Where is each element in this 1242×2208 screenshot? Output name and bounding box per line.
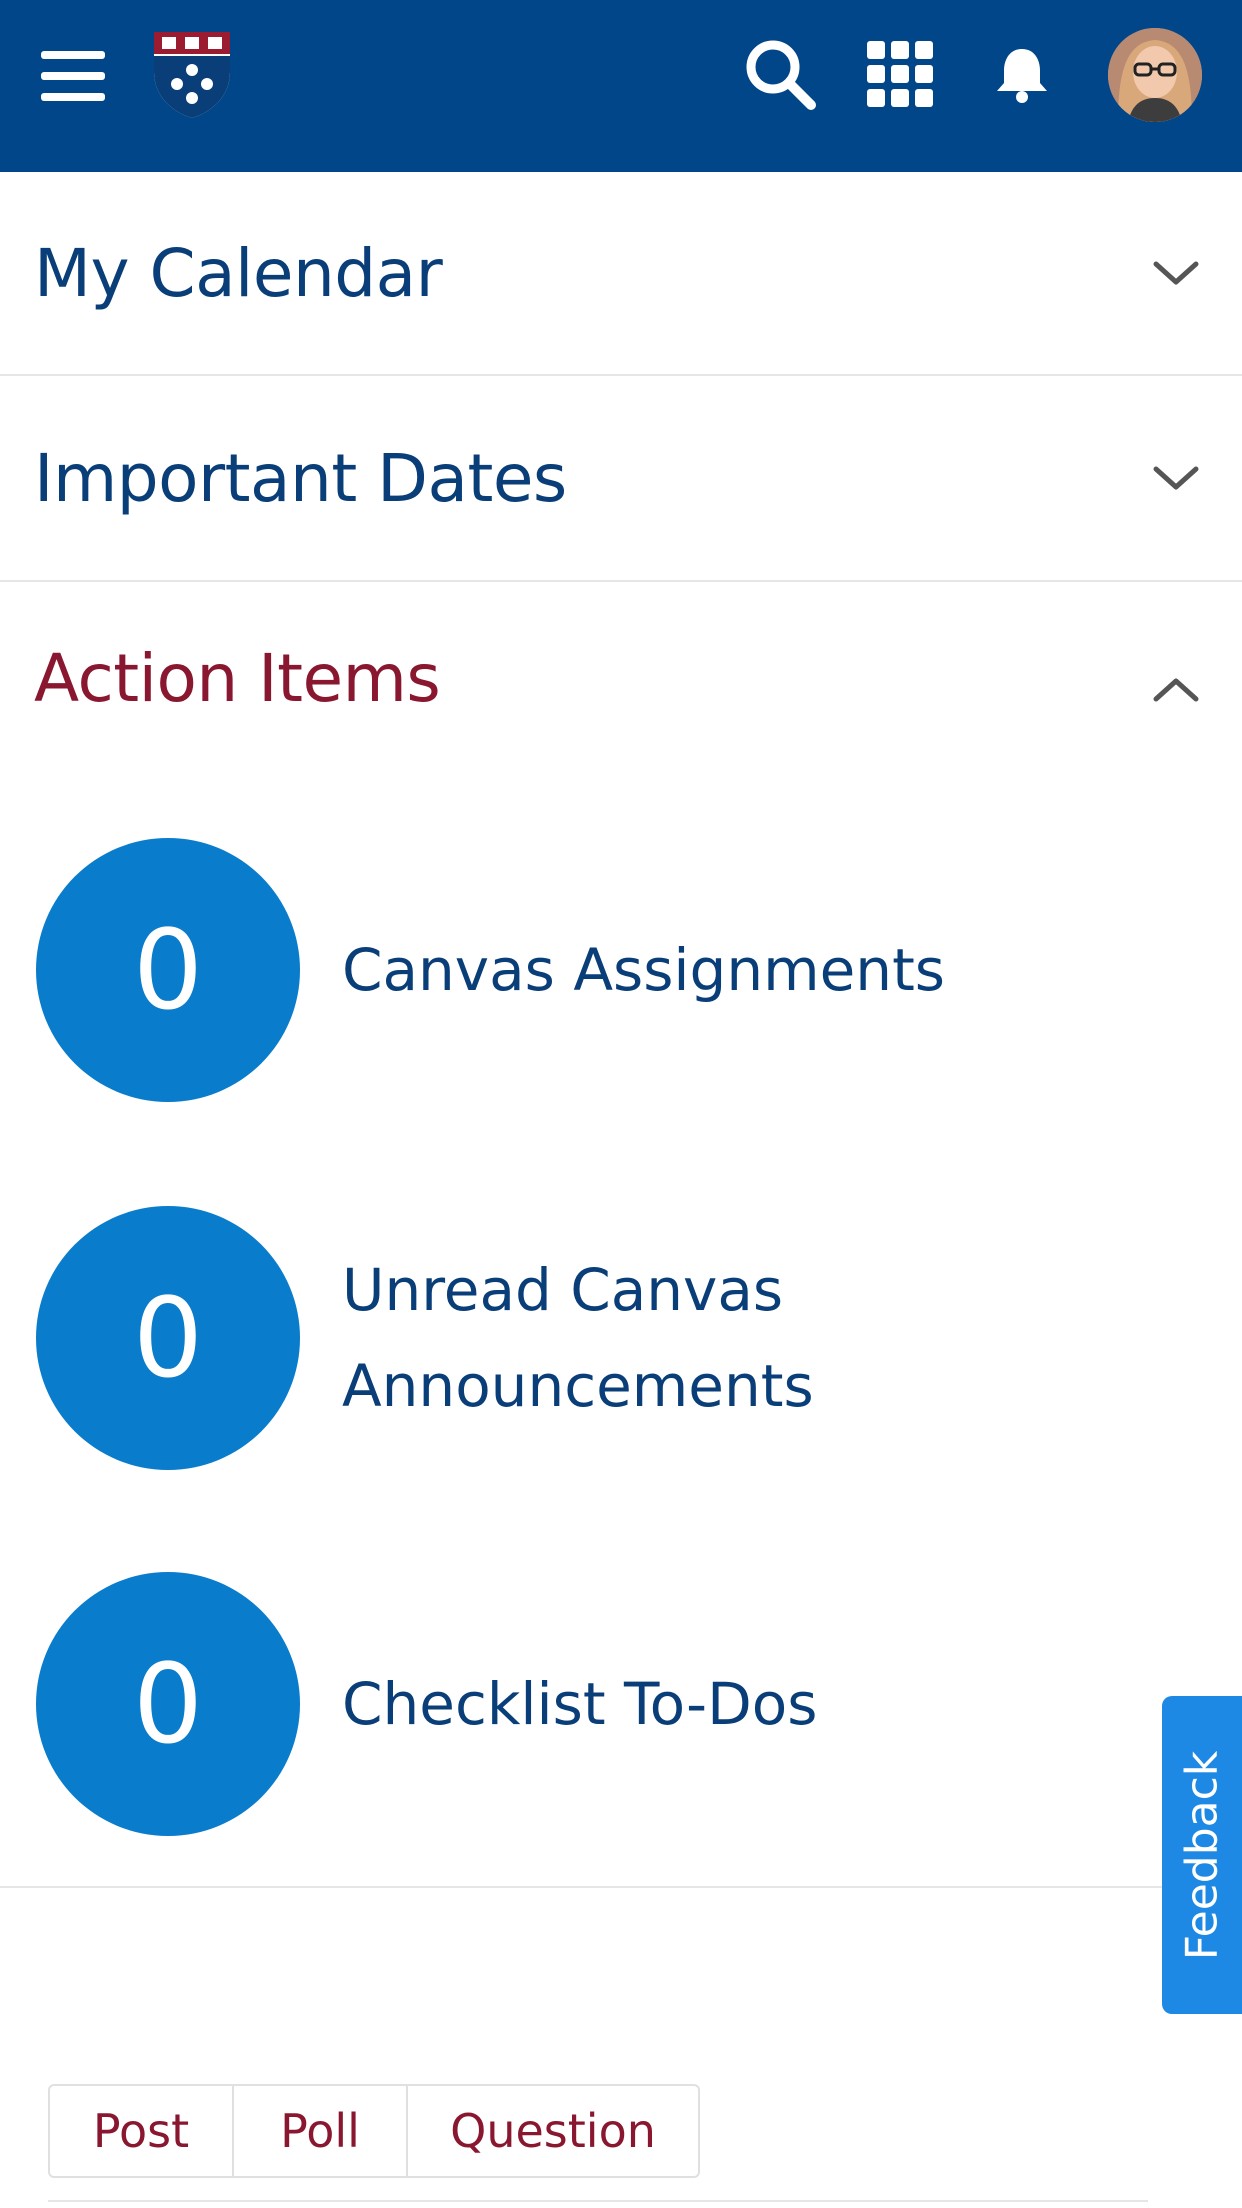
chevron-up-icon[interactable]: [1146, 660, 1206, 720]
search-icon[interactable]: [736, 30, 824, 118]
penn-shield-logo[interactable]: [148, 26, 236, 122]
chevron-down-icon[interactable]: [1146, 243, 1206, 303]
count-badge: 0: [36, 1206, 300, 1470]
count-badge: 0: [36, 1572, 300, 1836]
action-item-label: Canvas Assignments: [342, 936, 946, 1004]
post-type-tabs: Post Poll Question: [48, 2084, 700, 2178]
feedback-button[interactable]: Feedback: [1162, 1696, 1242, 2014]
section-title[interactable]: Action Items: [34, 640, 441, 717]
action-item-unread-announcements[interactable]: 0 Unread Canvas Announcements: [36, 1206, 1136, 1470]
section-title: Important Dates: [34, 439, 567, 517]
count-badge: 0: [36, 838, 300, 1102]
tab-question[interactable]: Question: [408, 2086, 698, 2176]
divider: [48, 2200, 1148, 2202]
section-action-items: Action Items 0 Canvas Assignments 0 Unre…: [0, 582, 1242, 1888]
action-item-label: Unread Canvas Announcements: [342, 1256, 814, 1420]
tab-poll[interactable]: Poll: [234, 2086, 408, 2176]
tab-post[interactable]: Post: [50, 2086, 234, 2176]
section-title: My Calendar: [34, 234, 443, 312]
section-important-dates[interactable]: Important Dates: [0, 376, 1242, 582]
chevron-down-icon[interactable]: [1146, 448, 1206, 508]
avatar[interactable]: [1108, 28, 1202, 122]
hamburger-menu-icon[interactable]: [30, 36, 116, 116]
apps-grid-icon[interactable]: [856, 30, 944, 118]
action-item-canvas-assignments[interactable]: 0 Canvas Assignments: [36, 838, 1136, 1102]
feedback-label: Feedback: [1176, 1750, 1228, 1960]
action-item-checklist-todos[interactable]: 0 Checklist To-Dos: [36, 1572, 1136, 1836]
top-app-bar: [0, 0, 1242, 172]
section-my-calendar[interactable]: My Calendar: [0, 172, 1242, 376]
action-item-label: Checklist To-Dos: [342, 1670, 818, 1738]
bell-icon[interactable]: [978, 30, 1066, 118]
